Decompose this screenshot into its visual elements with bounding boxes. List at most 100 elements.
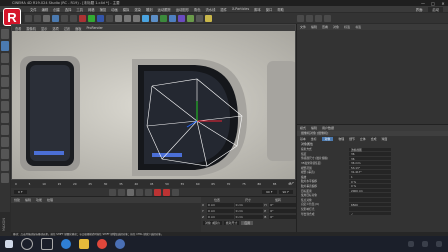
task-view-icon[interactable] — [41, 238, 53, 250]
coord-rot-field[interactable]: 0° — [269, 203, 296, 207]
windows-start-icon[interactable] — [5, 240, 13, 248]
menu-simulate[interactable]: 模拟 — [123, 7, 130, 12]
attribute-value-field[interactable]: 透视视图 — [349, 147, 391, 152]
coord-system-icon[interactable] — [106, 14, 113, 22]
cinema4d-taskbar-icon[interactable] — [115, 239, 125, 249]
menu-mograph[interactable]: 运动图形 — [176, 7, 189, 12]
move-icon[interactable] — [52, 14, 59, 22]
scale-icon[interactable] — [61, 14, 68, 22]
om-menu-view[interactable]: 查看 — [322, 25, 328, 29]
menu-animate[interactable]: 动画 — [111, 7, 118, 12]
tab-details[interactable]: 细节 — [349, 137, 355, 141]
edge-browser-icon[interactable] — [61, 239, 71, 249]
menu-render[interactable]: 渲染 — [134, 7, 141, 12]
coord-rot-field[interactable]: 0° — [269, 215, 296, 219]
end-frame-field-2[interactable]: 90 F — [278, 190, 293, 194]
attr-menu-userdata[interactable]: 用户数据 — [322, 126, 334, 130]
coord-pos-field[interactable]: 0 cm — [206, 203, 234, 207]
live-select-icon[interactable] — [43, 14, 50, 22]
go-end-icon[interactable] — [145, 188, 153, 196]
polygons-mode-icon[interactable] — [1, 101, 9, 111]
attribute-value-field[interactable]: 6500 — [349, 202, 391, 207]
texture-mode-icon[interactable] — [1, 53, 9, 63]
light-icon[interactable] — [205, 14, 212, 22]
attribute-value-field[interactable]: 53.13° — [349, 165, 391, 170]
attribute-value-field[interactable]: 1 — [349, 175, 391, 179]
coord-size-field[interactable]: 0 cm — [234, 215, 264, 219]
tab-composition[interactable]: 合成 — [371, 137, 377, 141]
icon-a[interactable] — [297, 14, 304, 22]
model-mode-icon[interactable] — [1, 41, 9, 51]
menu-motion-tracking[interactable]: 运动跟踪 — [158, 7, 171, 12]
snap-icon[interactable] — [1, 137, 9, 147]
auto-key-icon[interactable] — [163, 188, 171, 196]
coord-mode-select[interactable]: 对象 (相对) — [203, 221, 222, 225]
viewport-menu-display[interactable]: 显示 — [41, 26, 47, 31]
workplane-icon[interactable] — [1, 65, 9, 75]
search-icon[interactable] — [21, 238, 33, 250]
mat-menu-edit[interactable]: 编辑 — [25, 198, 31, 202]
mat-menu-create[interactable]: 创建 — [14, 198, 20, 202]
viewport-menu-filter[interactable]: 过滤 — [64, 26, 70, 31]
mat-menu-texture[interactable]: 纹理 — [47, 198, 53, 202]
z-axis-icon[interactable] — [97, 14, 104, 22]
attribute-value-field[interactable] — [349, 207, 391, 211]
floor-icon[interactable] — [187, 14, 194, 22]
attr-menu-edit[interactable]: 编辑 — [311, 126, 317, 130]
tab-coord[interactable]: 坐标 — [311, 137, 317, 141]
om-menu-objects[interactable]: 对象 — [333, 25, 339, 29]
viewport-menu-cameras[interactable]: 摄像机 — [26, 26, 36, 31]
close-button[interactable]: ✕ — [438, 1, 448, 6]
file-explorer-icon[interactable] — [79, 239, 89, 249]
rotate-icon[interactable] — [70, 14, 77, 22]
x-axis-icon[interactable] — [79, 14, 86, 22]
viewport-menu-panel[interactable]: 面板 — [75, 26, 81, 31]
record-icon[interactable] — [154, 188, 162, 196]
minimize-button[interactable]: — — [418, 1, 428, 6]
attribute-value-field[interactable] — [349, 193, 391, 198]
menu-plugins[interactable]: 插件 — [220, 7, 227, 12]
mat-menu-function[interactable]: 功能 — [36, 198, 42, 202]
menu-sculpt[interactable]: 雕刻 — [146, 7, 153, 12]
render-picture-icon[interactable] — [124, 14, 131, 22]
key-icon[interactable] — [172, 188, 180, 196]
go-start-icon[interactable] — [109, 188, 117, 196]
prev-key-icon[interactable] — [118, 188, 126, 196]
coord-rot-field[interactable]: 0° — [269, 209, 296, 213]
om-menu-tags[interactable]: 标签 — [344, 25, 350, 29]
coord-pos-field[interactable]: 0 cm — [206, 209, 234, 213]
menu-window[interactable]: 窗口 — [266, 7, 273, 12]
attribute-value-field[interactable]: 36 mm — [349, 161, 391, 165]
icon-d[interactable] — [324, 14, 331, 22]
om-menu-file[interactable]: 文件 — [300, 25, 306, 29]
tray-icon-network[interactable] — [408, 241, 414, 247]
attr-menu-mode[interactable]: 模式 — [300, 126, 306, 130]
viewport-menu-prorender[interactable]: ProRender — [86, 26, 102, 30]
attribute-value-field[interactable]: 0 % — [349, 184, 391, 188]
attribute-value-field[interactable]: 2000 cm — [349, 188, 391, 193]
menu-edit[interactable]: 编辑 — [42, 7, 49, 12]
coord-apply-button[interactable]: 应用 — [241, 221, 254, 225]
menu-create[interactable]: 创建 — [53, 7, 60, 12]
notification-icon[interactable] — [436, 241, 442, 247]
menu-file[interactable]: 文件 — [30, 7, 37, 12]
cube-icon[interactable] — [142, 14, 149, 22]
undo-icon[interactable] — [25, 14, 32, 22]
deformer-icon[interactable] — [178, 14, 185, 22]
axis-mode-icon[interactable] — [1, 113, 9, 123]
solo-icon[interactable] — [1, 149, 9, 159]
attribute-value-field[interactable]: ✓ — [349, 211, 391, 216]
menu-script[interactable]: 脚本 — [254, 7, 261, 12]
pen-icon[interactable] — [151, 14, 158, 22]
tab-basic[interactable]: 基本 — [300, 137, 306, 141]
attribute-value-field[interactable]: 36 — [349, 152, 391, 156]
icon-b[interactable] — [306, 14, 313, 22]
menu-mesh[interactable]: 网格 — [88, 7, 95, 12]
subdivision-icon[interactable] — [160, 14, 167, 22]
coord-size-field[interactable]: 0 cm — [234, 203, 264, 207]
y-axis-icon[interactable] — [88, 14, 95, 22]
viewport-menu-view[interactable]: 查看 — [15, 26, 21, 31]
icon-c[interactable] — [315, 14, 322, 22]
lock-icon[interactable] — [1, 161, 9, 171]
maximize-button[interactable]: □ — [428, 1, 438, 6]
